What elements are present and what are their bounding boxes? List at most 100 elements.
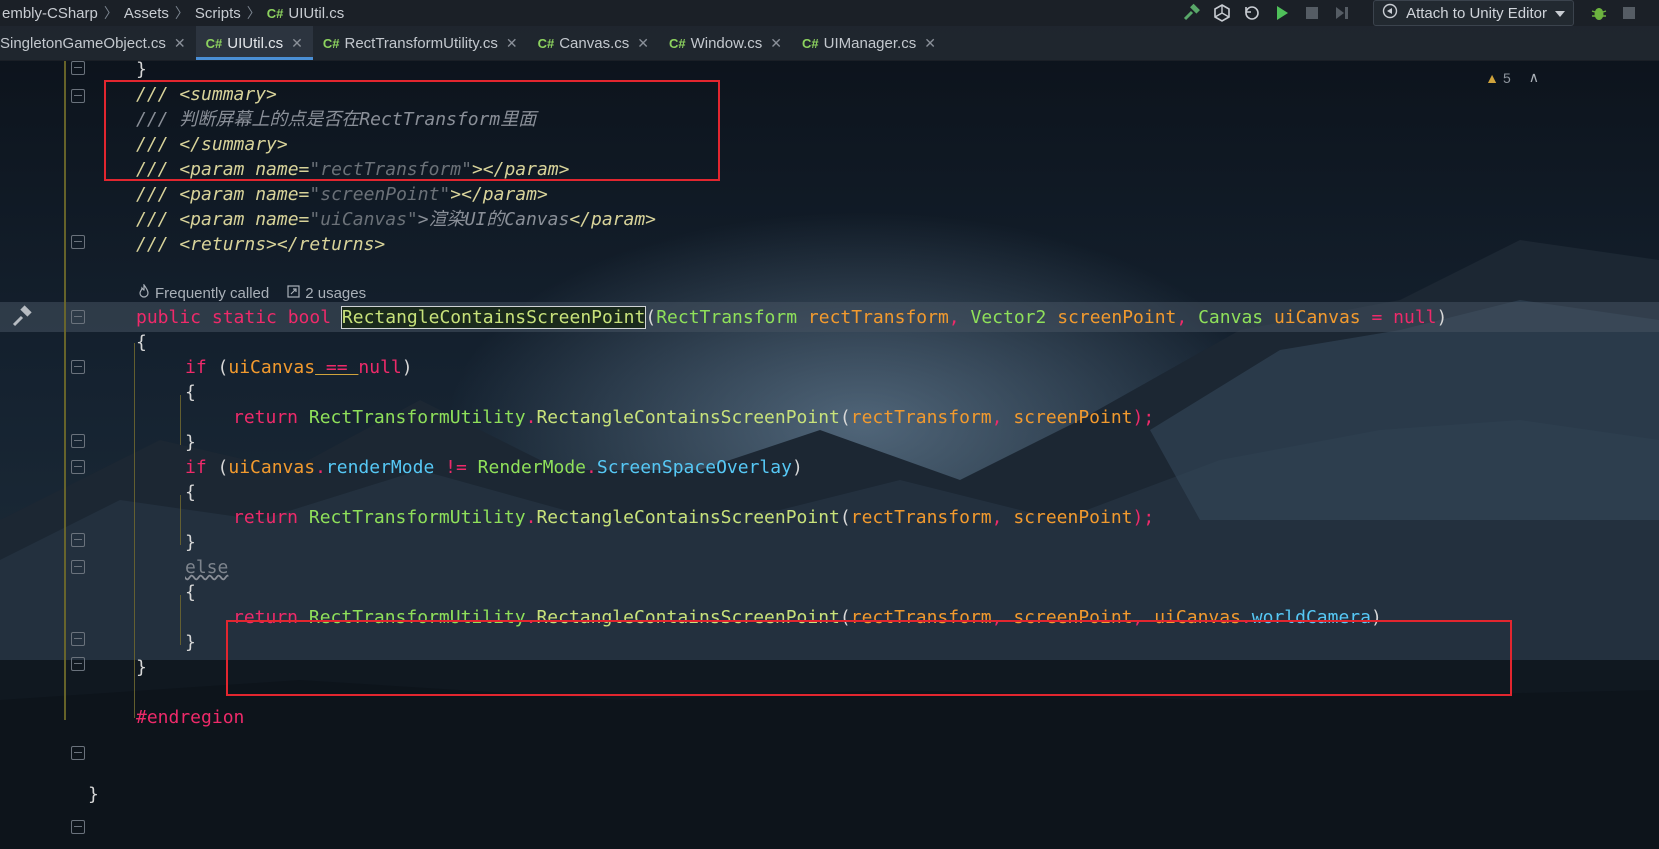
code-line-brace-open[interactable]: { [185, 580, 196, 606]
class-name: RectTransformUtility [308, 507, 526, 528]
usages-icon [287, 284, 300, 302]
var-uicanvas: uiCanvas [228, 357, 316, 378]
close-icon[interactable]: ✕ [291, 35, 303, 52]
brace: { [136, 332, 147, 353]
breadcrumb-item-project[interactable]: embly-CSharp [2, 5, 98, 22]
code-line-final-brace[interactable]: } [88, 782, 99, 808]
paren-open: ( [217, 357, 229, 378]
chevron-right-icon: 〉 [246, 5, 261, 21]
stop-debug-icon[interactable] [1617, 1, 1641, 25]
attach-label: Attach to Unity Editor [1406, 4, 1547, 22]
code-vision-hint: Frequently called 2 usages [138, 283, 366, 302]
chevron-right-icon: 〉 [174, 5, 189, 21]
tab-uimanager[interactable]: C# UIManager.cs ✕ [792, 26, 946, 60]
fold-marker-icon[interactable] [71, 746, 85, 760]
csharp-file-icon: C# [266, 5, 284, 21]
return-keyword: return [233, 407, 309, 428]
brace: } [136, 657, 147, 678]
arg: screenPoint [1013, 507, 1133, 528]
implements-hammer-icon[interactable] [10, 305, 34, 329]
code-line-doc-param-2[interactable]: /// <param name="screenPoint"></param> [136, 182, 548, 208]
fold-marker-icon[interactable] [71, 533, 85, 547]
fold-marker-icon[interactable] [71, 657, 85, 671]
attach-to-unity-dropdown[interactable]: Attach to Unity Editor [1373, 0, 1574, 26]
code-line-doc-returns[interactable]: /// <returns></returns> [136, 232, 385, 258]
csharp-file-icon: C# [668, 35, 686, 51]
tab-canvas[interactable]: C# Canvas.cs ✕ [528, 26, 659, 60]
brace: } [185, 432, 196, 453]
code-line-return-1[interactable]: return RectTransformUtility.RectangleCon… [233, 405, 1154, 431]
tab-uiutil[interactable]: C# UIUtil.cs ✕ [195, 26, 314, 60]
code-line-brace-open[interactable]: { [185, 480, 196, 506]
arg: screenPoint [1013, 407, 1133, 428]
stop-icon[interactable] [1300, 1, 1324, 25]
code-line-if-render-mode[interactable]: if (uiCanvas.renderMode != RenderMode.Sc… [185, 455, 803, 481]
fold-marker-icon[interactable] [71, 89, 85, 103]
code-line-brace-close[interactable]: } [185, 430, 196, 456]
fold-marker-icon[interactable] [71, 360, 85, 374]
close-icon[interactable]: ✕ [637, 35, 649, 52]
if-keyword: if [185, 457, 218, 478]
code-line-else[interactable]: else [185, 555, 228, 581]
method-name[interactable]: RectangleContainsScreenPoint [340, 306, 647, 329]
keywords: public static bool [136, 307, 342, 328]
fold-marker-icon[interactable] [71, 235, 85, 249]
code-line-brace-close[interactable]: } [136, 655, 147, 681]
fold-marker-icon[interactable] [71, 632, 85, 646]
change-marker-bar [64, 60, 66, 720]
param-type: RectTransform [656, 307, 808, 328]
code-line-brace-close[interactable]: } [185, 530, 196, 556]
usages-link[interactable]: 2 usages [305, 285, 366, 302]
breadcrumb-item-scripts[interactable]: Scripts [195, 5, 241, 22]
doc-param-prefix: /// <param name= [136, 209, 310, 230]
breadcrumb-item-assets[interactable]: Assets [124, 5, 169, 22]
step-over-icon[interactable] [1330, 1, 1354, 25]
annotation-box-summary [104, 80, 720, 181]
tab-window[interactable]: C# Window.cs ✕ [659, 26, 792, 60]
brace: } [88, 784, 99, 805]
tab-singleton-game-object[interactable]: SingletonGameObject.cs ✕ [0, 26, 196, 60]
indent-guide [180, 595, 181, 645]
breadcrumb-item-file[interactable]: UIUtil.cs [288, 5, 344, 22]
code-line-endregion[interactable]: #endregion [136, 705, 244, 731]
enum-value: ScreenSpaceOverlay [596, 457, 792, 478]
warning-count: 5 [1502, 69, 1511, 86]
code-line-doc-param-3[interactable]: /// <param name="uiCanvas">渲染UI的Canvas</… [136, 207, 656, 233]
fold-marker-icon[interactable] [71, 310, 85, 324]
fold-marker-icon[interactable] [71, 560, 85, 574]
chevron-up-icon[interactable]: ∧ [1529, 69, 1539, 86]
close-icon[interactable]: ✕ [770, 35, 782, 52]
run-play-icon[interactable] [1270, 1, 1294, 25]
csharp-file-icon: C# [205, 35, 223, 51]
frequently-called-label: Frequently called [155, 284, 270, 302]
tab-rect-transform-utility[interactable]: C# RectTransformUtility.cs ✕ [313, 26, 528, 60]
code-line-if-null[interactable]: if (uiCanvas == null) [185, 355, 413, 381]
close-icon[interactable]: ✕ [174, 35, 186, 52]
paren-close: ) [401, 357, 413, 378]
csharp-file-icon: C# [537, 35, 555, 51]
doc-param-suffix: </param> [569, 209, 657, 230]
doc-param-prefix: /// <param name= [136, 184, 310, 205]
unity-refresh-icon[interactable] [1240, 1, 1264, 25]
fold-marker-icon[interactable] [71, 460, 85, 474]
tab-label: Window.cs [690, 34, 763, 52]
build-hammer-icon[interactable] [1180, 1, 1204, 25]
close-icon[interactable]: ✕ [506, 35, 518, 52]
fold-marker-icon[interactable] [71, 820, 85, 834]
operator: == [315, 357, 359, 378]
fold-marker-icon[interactable] [71, 434, 85, 448]
comma: , [991, 407, 1014, 428]
fold-marker-icon[interactable] [71, 61, 85, 75]
operator: != [434, 457, 478, 478]
code-line-brace-close[interactable]: } [185, 630, 196, 656]
unity-icon[interactable] [1210, 1, 1234, 25]
code-line-signature[interactable]: public static bool RectangleContainsScre… [136, 305, 1447, 331]
code-line-return-2[interactable]: return RectTransformUtility.RectangleCon… [233, 505, 1154, 531]
close-icon[interactable]: ✕ [924, 35, 936, 52]
param-name: rectTransform [807, 307, 949, 328]
method-call: RectangleContainsScreenPoint [536, 507, 840, 528]
code-line-brace-open[interactable]: { [185, 380, 196, 406]
code-line-brace-open[interactable]: { [136, 330, 147, 356]
debug-bug-icon[interactable] [1587, 1, 1611, 25]
inspection-warnings[interactable]: ▲ 5 ∧ [1485, 69, 1539, 86]
